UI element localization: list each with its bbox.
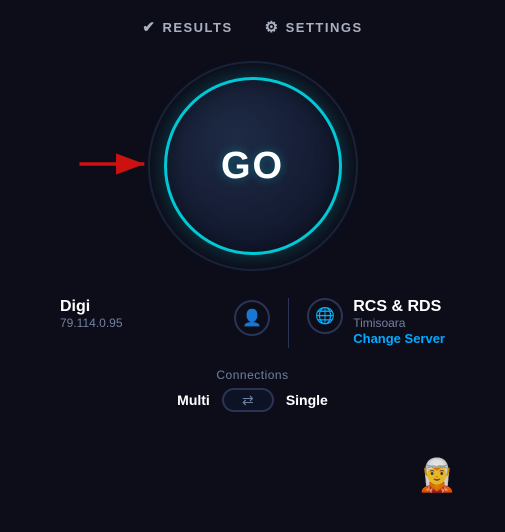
server-location: Timisoara	[353, 316, 405, 330]
connections-section: Connections Multi ⇄ Single	[177, 368, 328, 412]
toggle-arrows-icon: ⇄	[242, 392, 254, 409]
connections-label: Connections	[216, 368, 288, 382]
settings-label: SETTINGS	[286, 20, 363, 35]
user-ip: 79.114.0.95	[60, 316, 123, 330]
server-info-right: 🌐 RCS & RDS Timisoara Change Server	[307, 298, 445, 346]
user-icon-button[interactable]: 👤	[234, 300, 270, 336]
go-label: GO	[221, 145, 284, 188]
top-navigation: ✔ RESULTS ⚙ SETTINGS	[0, 0, 505, 46]
info-row: Digi 79.114.0.95 👤 🌐 RCS & RDS Timisoara…	[0, 298, 505, 348]
single-option[interactable]: Single	[286, 392, 328, 408]
connections-toggle: Multi ⇄ Single	[177, 388, 328, 412]
go-button-container: GO	[143, 56, 363, 276]
watermark: 🧝	[417, 456, 457, 494]
multi-option[interactable]: Multi	[177, 392, 210, 408]
arrow-overlay	[75, 146, 155, 187]
results-icon: ✔	[142, 18, 156, 36]
globe-icon-button[interactable]: 🌐	[307, 298, 343, 334]
settings-icon: ⚙	[265, 18, 280, 36]
globe-icon: 🌐	[315, 306, 335, 326]
isp-name: Digi	[60, 298, 90, 316]
person-icon: 👤	[242, 308, 262, 328]
results-label: RESULTS	[162, 20, 232, 35]
red-arrow-icon	[75, 146, 155, 182]
server-details: RCS & RDS Timisoara Change Server	[353, 298, 445, 346]
connection-toggle-switch[interactable]: ⇄	[222, 388, 274, 412]
go-button[interactable]: GO	[164, 77, 342, 255]
info-divider	[288, 298, 289, 348]
user-info-left: Digi 79.114.0.95	[60, 298, 234, 330]
server-name: RCS & RDS	[353, 298, 441, 316]
results-nav-item[interactable]: ✔ RESULTS	[142, 18, 232, 36]
change-server-link[interactable]: Change Server	[353, 331, 445, 346]
settings-nav-item[interactable]: ⚙ SETTINGS	[265, 18, 363, 36]
